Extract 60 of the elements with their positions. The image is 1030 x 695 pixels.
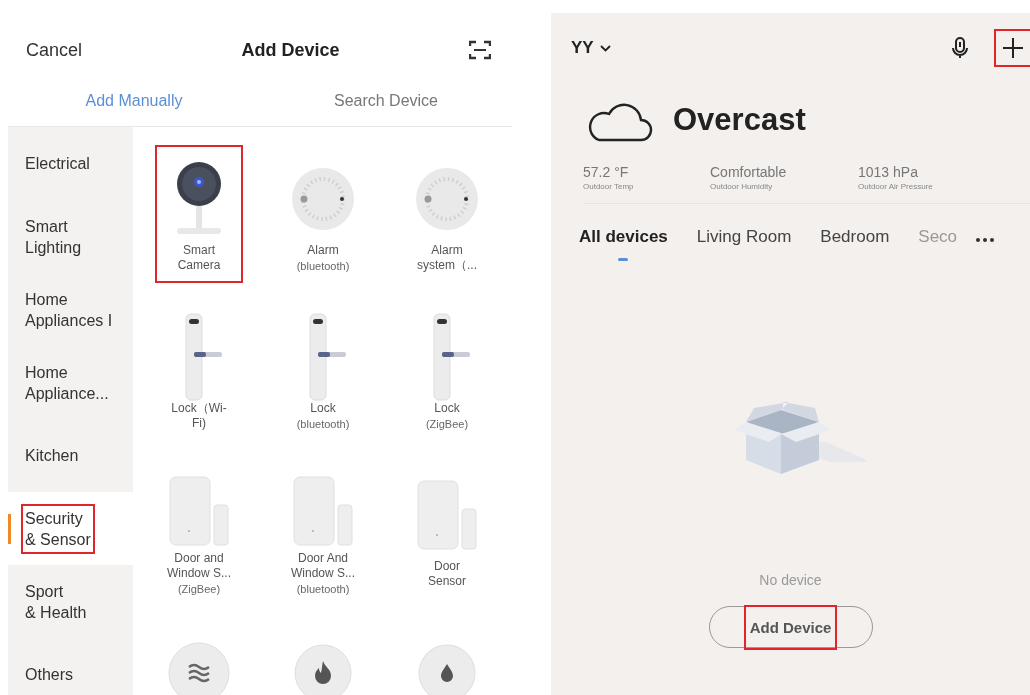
microphone-icon	[952, 37, 968, 59]
device-tile[interactable]: Smart Camera	[157, 147, 241, 281]
smoke-alarm-icon	[291, 167, 355, 231]
device-tile[interactable]: Alarm (bluetooth)	[281, 147, 365, 281]
device-protocol: (bluetooth)	[296, 582, 350, 597]
device-name: Alarm system（...	[417, 243, 477, 273]
device-name: Smart Camera	[177, 243, 221, 273]
category-item[interactable]: Others	[8, 638, 133, 695]
contact-sensor-icon	[166, 475, 232, 547]
add-button[interactable]	[996, 31, 1030, 65]
stat-value: 1013 hPa	[858, 164, 919, 180]
more-icon	[976, 238, 995, 242]
contact-sensor-icon	[290, 475, 356, 547]
category-item[interactable]: Home Appliances I	[8, 273, 133, 346]
category-item[interactable]: Smart Lighting	[8, 200, 133, 273]
room-tab[interactable]: All devices	[579, 218, 668, 262]
tab[interactable]: Search Device	[260, 91, 512, 110]
device-tile[interactable]: Lock（Wi- Fi)	[157, 305, 241, 439]
category-item[interactable]: Sport & Health	[8, 565, 133, 638]
weather-condition: Overcast	[673, 102, 806, 138]
chevron-down-icon	[599, 44, 611, 52]
device-name: Door And Window S...	[291, 551, 355, 581]
category-item[interactable]: Security & Sensor	[8, 492, 133, 565]
scan-icon	[469, 40, 491, 60]
category-item[interactable]: Kitchen	[8, 419, 133, 492]
cancel-button[interactable]: Cancel	[26, 39, 83, 61]
device-tile[interactable]: Alarm system（...	[405, 147, 489, 281]
wave-sensor-icon	[167, 641, 231, 695]
device-tile[interactable]: Door Sensor	[405, 463, 489, 597]
water-drop-sensor-icon	[415, 641, 479, 695]
category-item[interactable]: Home Appliance...	[8, 346, 133, 419]
screen-title: Add Device	[241, 39, 340, 61]
stat-caption: Outdoor Air Pressure	[858, 182, 933, 191]
empty-state-text: No device	[759, 572, 822, 588]
device-name: Door Sensor	[428, 559, 466, 589]
home-selector[interactable]: YY	[571, 38, 611, 58]
device-tile[interactable]: Door and Window S... (ZigBee)	[157, 463, 241, 597]
device-name: Door and Window S...	[167, 551, 231, 581]
device-name: Alarm	[307, 243, 339, 258]
room-tab[interactable]: Living Room	[696, 218, 792, 262]
plus-icon	[1002, 37, 1024, 59]
device-protocol: (ZigBee)	[177, 582, 221, 597]
category-item[interactable]: Electrical	[8, 127, 133, 200]
device-tile[interactable]: Lock (ZigBee)	[405, 305, 489, 439]
stat-value: 57.2 °F	[583, 164, 630, 180]
device-protocol: (ZigBee)	[425, 417, 469, 432]
device-tile[interactable]: Lock (bluetooth)	[281, 305, 365, 439]
stat-caption: Outdoor Humidity	[710, 182, 774, 191]
smoke-alarm-icon	[415, 167, 479, 231]
device-protocol: (bluetooth)	[296, 417, 350, 432]
device-tile[interactable]: Door And Window S... (bluetooth)	[281, 463, 365, 597]
device-name: Lock（Wi- Fi)	[171, 401, 227, 431]
contact-sensor-icon	[414, 479, 480, 551]
stat-value: Comfortable	[710, 164, 788, 180]
stat-caption: Outdoor Temp	[583, 182, 635, 191]
device-protocol: (bluetooth)	[296, 259, 350, 274]
flame-sensor-icon	[291, 641, 355, 695]
room-tab[interactable]: Bedroom	[820, 218, 890, 262]
device-name: Lock	[434, 401, 460, 416]
device-name: Lock	[310, 401, 336, 416]
